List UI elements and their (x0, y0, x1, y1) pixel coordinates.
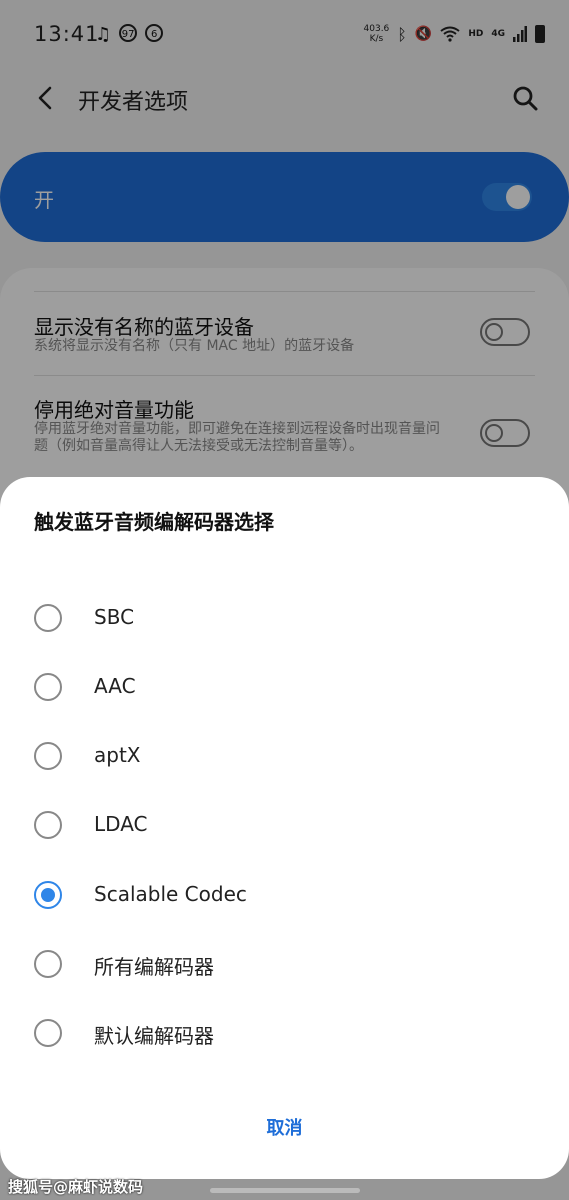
codec-option-aptx[interactable]: aptX (0, 726, 569, 786)
option-label: 所有编解码器 (94, 955, 214, 979)
watermark: 搜狐号@麻虾说数码 (8, 1178, 144, 1196)
codec-option-all[interactable]: 所有编解码器 (0, 934, 569, 994)
option-label: LDAC (94, 812, 148, 836)
option-label: AAC (94, 674, 136, 698)
codec-select-dialog: 触发蓝牙音频编解码器选择 SBC AAC aptX LDAC Scalable … (0, 477, 569, 1179)
codec-option-default[interactable]: 默认编解码器 (0, 1003, 569, 1063)
codec-option-sbc[interactable]: SBC (0, 588, 569, 648)
codec-option-scalable[interactable]: Scalable Codec (0, 865, 569, 925)
radio-button-selected[interactable] (34, 881, 62, 909)
codec-option-ldac[interactable]: LDAC (0, 795, 569, 855)
option-label: aptX (94, 743, 141, 767)
radio-button[interactable] (34, 673, 62, 701)
gesture-nav-bar[interactable] (210, 1188, 360, 1193)
radio-button[interactable] (34, 604, 62, 632)
option-label: SBC (94, 605, 135, 629)
cancel-button[interactable]: 取消 (0, 1114, 569, 1140)
option-label: 默认编解码器 (94, 1024, 214, 1048)
radio-button[interactable] (34, 811, 62, 839)
radio-button[interactable] (34, 742, 62, 770)
radio-button[interactable] (34, 1019, 62, 1047)
codec-option-aac[interactable]: AAC (0, 657, 569, 717)
dialog-title: 触发蓝牙音频编解码器选择 (34, 510, 274, 534)
option-label: Scalable Codec (94, 882, 247, 906)
radio-button[interactable] (34, 950, 62, 978)
